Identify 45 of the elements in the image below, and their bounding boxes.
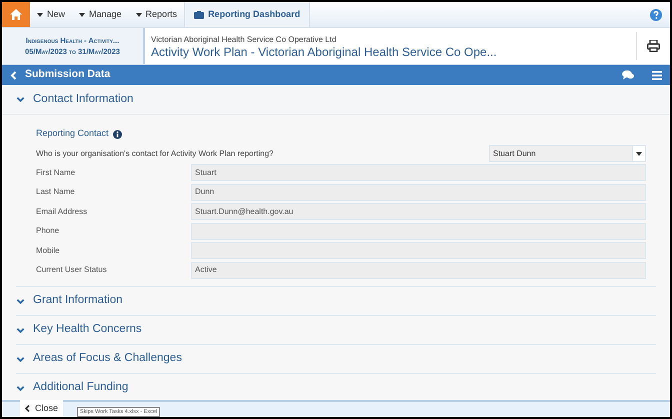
nav-tab[interactable]: Reporting Dashboard — [184, 2, 310, 27]
chevron-down-icon — [16, 354, 25, 364]
chevron-down-icon — [16, 296, 25, 306]
readonly-field[interactable] — [191, 242, 646, 260]
contact-dropdown[interactable]: Stuart Dunn — [489, 145, 646, 162]
readonly-field[interactable]: Stuart.Dunn@health.gov.au — [191, 203, 646, 220]
nav-menu-button[interactable]: New — [30, 2, 72, 27]
readonly-field[interactable]: Active — [191, 262, 646, 279]
field-label: Email Address — [36, 206, 88, 218]
readonly-field[interactable] — [191, 222, 646, 240]
field-label: Phone — [36, 225, 60, 238]
comments-icon[interactable] — [622, 70, 634, 80]
field-label: Last Name — [36, 186, 76, 198]
menu-icon[interactable] — [652, 70, 662, 80]
caret-icon — [636, 152, 642, 156]
nav-menu-button[interactable]: Manage — [72, 2, 129, 27]
field-label: First Name — [36, 166, 76, 179]
home-button[interactable] — [2, 2, 30, 27]
section-header[interactable]: Areas of Focus & Challenges — [2, 345, 670, 373]
field-label: Mobile — [36, 244, 61, 257]
reporting-contact-heading: Reporting Contact — [36, 127, 109, 140]
print-icon[interactable] — [647, 40, 660, 52]
nav-menu-button[interactable]: Reports — [128, 2, 184, 27]
chevron-down-icon — [16, 384, 25, 392]
organisation-name: Victorian Aboriginal Health Service Co Operative Ltd — [151, 34, 338, 46]
question-text: Who is your organisation's contact for Activity Work Plan reporting? — [36, 148, 274, 160]
chevron-down-icon — [16, 326, 25, 334]
back-icon — [25, 405, 30, 412]
caret-icon — [37, 12, 43, 16]
home-icon — [10, 9, 22, 20]
section-header[interactable]: Grant Information — [2, 287, 670, 315]
caret-icon — [79, 12, 86, 16]
bar-title: Submission Data — [25, 67, 110, 82]
caret-icon — [136, 12, 142, 16]
info-icon[interactable] — [112, 130, 122, 138]
readonly-field[interactable]: Stuart — [191, 164, 646, 182]
section-header[interactable]: Additional Funding — [2, 374, 670, 400]
section-header[interactable]: Key Health Concerns — [2, 316, 670, 344]
close-button[interactable]: Close — [20, 400, 64, 417]
help-icon[interactable] — [650, 8, 662, 20]
back-icon[interactable] — [10, 70, 17, 80]
chevron-down-icon — [16, 95, 25, 104]
page-title: Activity Work Plan - Victorian Aboriginal Health Service Co Ope... — [151, 46, 498, 59]
readonly-field[interactable]: Dunn — [191, 184, 646, 201]
field-label: Current User Status — [36, 264, 108, 276]
